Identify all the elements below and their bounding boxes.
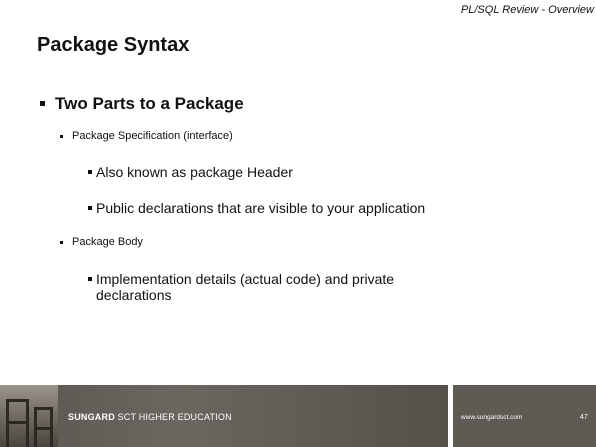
footer-brand: SUNGARD SCT HIGHER EDUCATION bbox=[68, 412, 232, 422]
bullet-text: Package Specification (interface) bbox=[72, 130, 233, 142]
bullet-level2: Package Body bbox=[60, 236, 143, 248]
square-bullet-icon bbox=[88, 170, 92, 174]
footer-website: www.sungardsct.com bbox=[461, 414, 523, 421]
square-bullet-icon bbox=[60, 241, 63, 244]
page-number: 47 bbox=[580, 414, 588, 421]
square-bullet-icon bbox=[40, 101, 45, 106]
bullet-level3: Implementation details (actual code) and… bbox=[88, 271, 458, 303]
slide-footer: SUNGARD SCT HIGHER EDUCATION www.sungard… bbox=[0, 385, 596, 447]
chairs-photo-icon bbox=[0, 385, 58, 447]
square-bullet-icon bbox=[88, 277, 92, 281]
brand-name: SUNGARD bbox=[68, 412, 115, 422]
slide-title: Package Syntax bbox=[37, 34, 190, 56]
footer-brand-panel: SUNGARD SCT HIGHER EDUCATION bbox=[0, 385, 448, 447]
bullet-text: Two Parts to a Package bbox=[55, 94, 244, 113]
bullet-level1: Two Parts to a Package bbox=[40, 94, 244, 114]
bullet-level2: Package Specification (interface) bbox=[60, 130, 233, 142]
slide: PL/SQL Review - Overview Package Syntax … bbox=[0, 0, 596, 447]
bullet-text: Implementation details (actual code) and… bbox=[96, 271, 395, 303]
bullet-text: Public declarations that are visible to … bbox=[96, 200, 426, 216]
square-bullet-icon bbox=[88, 206, 92, 210]
bullet-text: Also known as package Header bbox=[96, 164, 293, 180]
footer-info-panel: www.sungardsct.com 47 bbox=[453, 385, 596, 447]
bullet-level3: Also known as package Header bbox=[88, 164, 293, 180]
square-bullet-icon bbox=[60, 135, 63, 138]
bullet-text: Package Body bbox=[72, 236, 143, 248]
brand-division: SCT HIGHER EDUCATION bbox=[114, 412, 232, 422]
slide-header: PL/SQL Review - Overview bbox=[460, 4, 594, 16]
bullet-level3: Public declarations that are visible to … bbox=[88, 200, 425, 216]
